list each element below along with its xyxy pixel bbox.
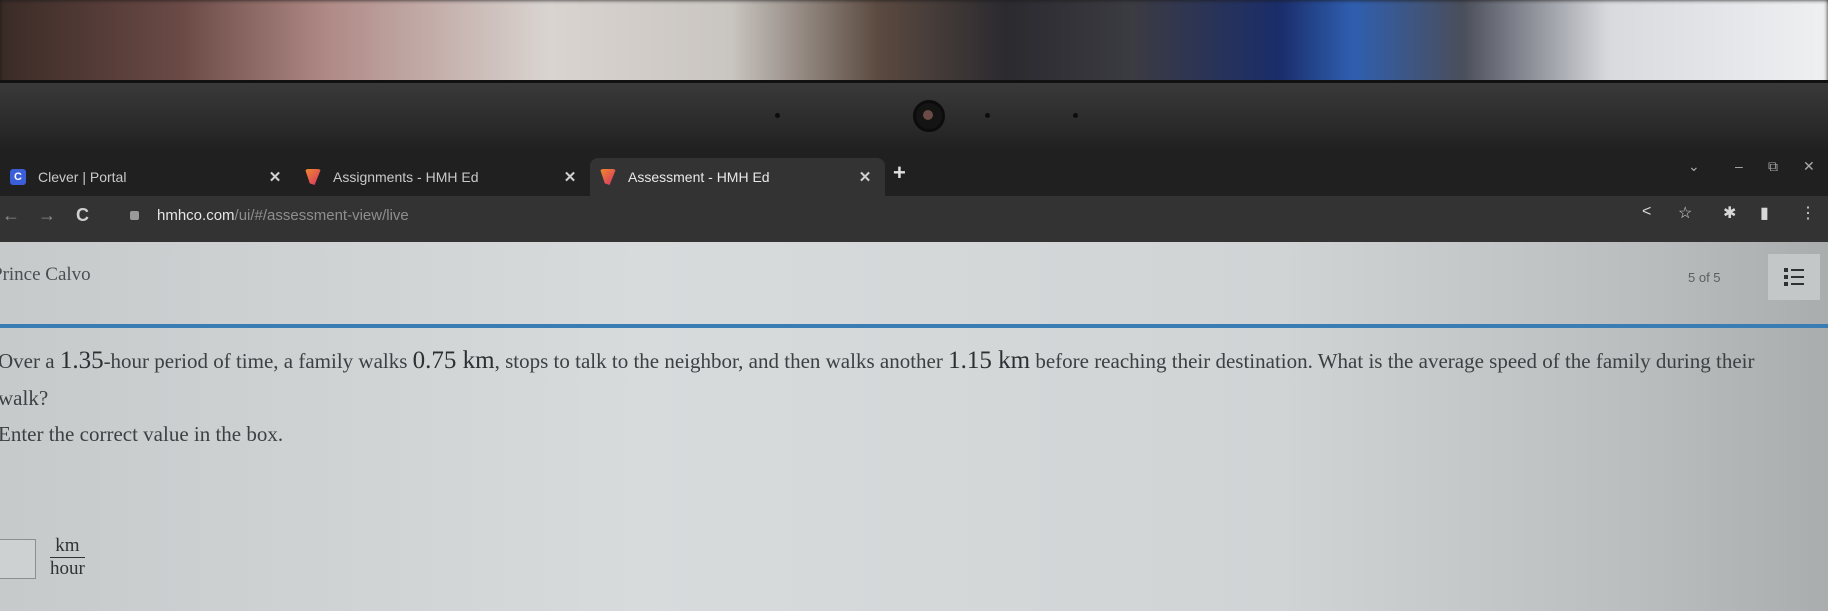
- instruction-text: Enter the correct value in the box.: [0, 422, 284, 446]
- tab-clever-portal[interactable]: C Clever | Portal ✕: [0, 158, 295, 196]
- hmh-icon: [600, 169, 616, 185]
- close-icon[interactable]: ✕: [855, 168, 875, 186]
- list-icon: [1784, 266, 1804, 289]
- question-text: Over a 1.35-hour period of time, a famil…: [0, 347, 1755, 410]
- distance-1: 0.75 km: [412, 347, 495, 374]
- unit-denominator: hour: [50, 558, 85, 579]
- answer-input[interactable]: [0, 539, 36, 579]
- student-name: Prince Calvo: [0, 264, 91, 285]
- page-header: Prince Calvo 5 of 5: [0, 242, 1828, 322]
- close-icon[interactable]: ✕: [265, 168, 285, 186]
- unit-numerator: km: [50, 535, 85, 558]
- tab-title: Assessment - HMH Ed: [628, 169, 770, 185]
- unit-fraction: km hour: [50, 535, 85, 580]
- background-photo: [0, 0, 1828, 85]
- extensions-icon[interactable]: ✱: [1723, 203, 1736, 223]
- distance-2: 1.15 km: [948, 347, 1031, 374]
- bezel-dot: [775, 113, 780, 118]
- url-field[interactable]: hmhco.com/ui/#/assessment-view/live: [157, 207, 409, 224]
- hmh-icon: [305, 169, 321, 185]
- time-value: 1.35: [59, 347, 104, 374]
- browser-menu-icon[interactable]: ⋮: [1800, 203, 1816, 223]
- header-divider: [0, 324, 1828, 328]
- back-button[interactable]: ←: [2, 205, 20, 226]
- forward-button[interactable]: →: [38, 205, 56, 226]
- restore-button[interactable]: ⧉: [1768, 158, 1778, 175]
- question-counter: 5 of 5: [1688, 270, 1721, 285]
- tab-search-icon[interactable]: ⌄: [1688, 158, 1700, 175]
- assessment-page: Prince Calvo 5 of 5 Over a 1.35-hour per…: [0, 242, 1828, 611]
- new-tab-button[interactable]: +: [893, 160, 906, 186]
- share-icon[interactable]: <: [1642, 203, 1651, 221]
- webcam-icon: [913, 100, 945, 132]
- question-list-button[interactable]: [1768, 254, 1820, 300]
- bookmark-star-icon[interactable]: ☆: [1678, 203, 1692, 223]
- side-panel-icon[interactable]: ▮: [1760, 203, 1769, 223]
- minimize-button[interactable]: –: [1735, 158, 1743, 174]
- close-icon[interactable]: ✕: [560, 168, 580, 186]
- clever-icon: C: [10, 169, 26, 185]
- tab-assessment[interactable]: Assessment - HMH Ed ✕: [590, 158, 885, 196]
- tab-assignments[interactable]: Assignments - HMH Ed ✕: [295, 158, 590, 196]
- bezel-dot: [1073, 113, 1078, 118]
- lock-icon: [130, 211, 139, 220]
- reload-button[interactable]: C: [76, 205, 89, 226]
- tab-title: Clever | Portal: [38, 169, 127, 185]
- bezel-dot: [985, 113, 990, 118]
- window-close-button[interactable]: ✕: [1803, 158, 1815, 175]
- tab-title: Assignments - HMH Ed: [333, 169, 479, 185]
